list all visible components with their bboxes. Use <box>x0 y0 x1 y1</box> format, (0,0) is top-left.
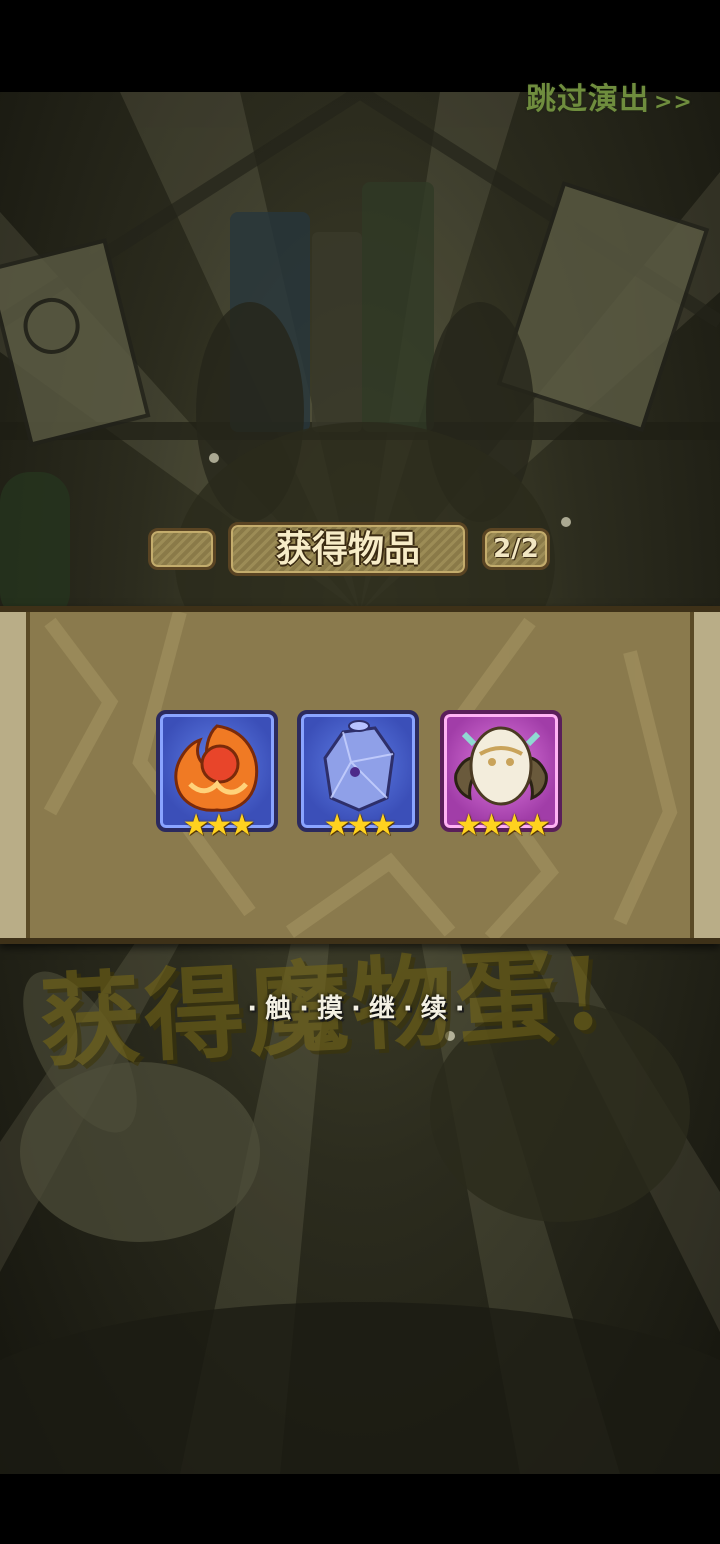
panel-scroll-left <box>0 612 30 938</box>
page-counter: 2/2 <box>493 534 539 564</box>
double-chevron-right-icon: >> <box>654 90 693 115</box>
bottom-letterbox <box>0 1474 720 1544</box>
star-rating: ★★★★ <box>455 808 551 843</box>
reward-item-fire[interactable]: ★★★ <box>156 710 278 844</box>
skip-animation-button[interactable]: 跳过演出 >> <box>526 74 693 117</box>
skip-label: 跳过演出 <box>526 82 650 117</box>
star-rating: ★★★ <box>182 808 256 843</box>
reward-item-crystal[interactable]: ★★★ <box>297 710 419 844</box>
reward-title: 获得物品 <box>275 528 420 570</box>
panel-scroll-right <box>690 612 720 938</box>
star-rating: ★★★ <box>323 808 397 843</box>
reward-title-bar: 获得物品 2/2 <box>148 522 550 576</box>
title-plank-left <box>148 528 216 570</box>
touch-to-continue-hint[interactable]: ·触·摸·继·续· <box>0 988 720 1025</box>
panel-bottom-edge <box>0 938 720 944</box>
reward-item-egg[interactable]: ★★★★ <box>440 710 562 844</box>
